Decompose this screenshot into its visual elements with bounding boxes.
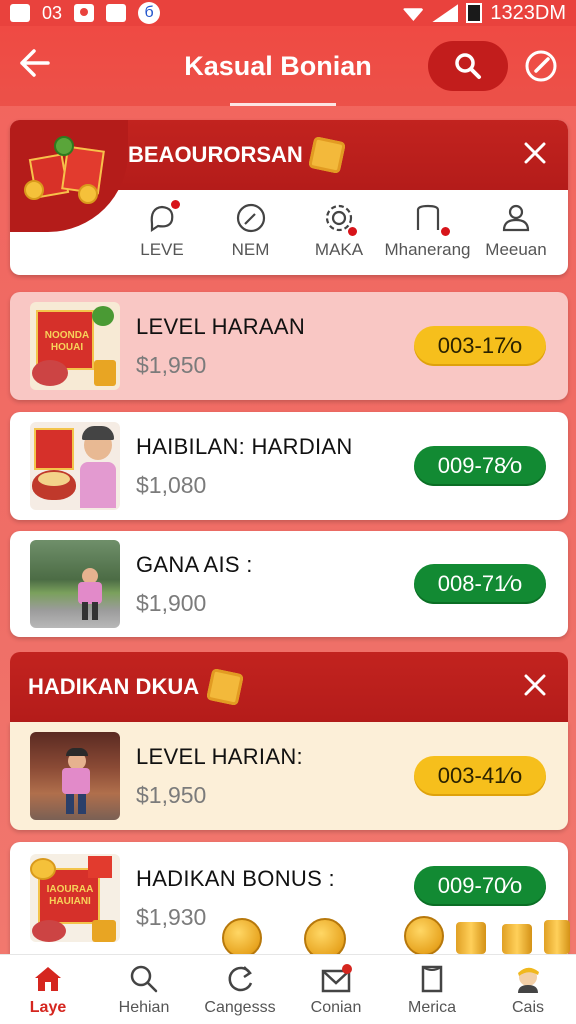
avatar-icon	[512, 963, 544, 995]
arrow-left-icon	[20, 49, 50, 77]
bookmark-icon	[412, 202, 450, 236]
app-bar: Kasual Bonian	[0, 26, 576, 106]
bottom-nav: Laye Hehian Cangesss Conian Merica Cais	[0, 954, 576, 1024]
product-thumbnail: NOONDA HOUAI	[30, 302, 120, 390]
category-nem[interactable]: NEM	[207, 202, 295, 260]
app-notification-icon	[74, 4, 95, 22]
gift-badge-icon	[206, 668, 245, 706]
category-leve[interactable]: LEVE	[118, 200, 206, 260]
nav-item-merica[interactable]: Merica	[384, 955, 480, 1024]
nav-item-messages[interactable]: Conian	[288, 955, 384, 1024]
section-promo-1: BEAOURORSAN LEVE NEM MAKA Mhanerang Meeu…	[10, 120, 568, 275]
product-thumbnail	[30, 422, 120, 510]
search-icon	[128, 963, 160, 995]
close-button[interactable]	[524, 138, 546, 172]
notification-icon	[10, 4, 30, 22]
coin-stack-icon	[502, 924, 532, 954]
card-amount: $1,950	[136, 351, 207, 378]
coin-stack-icon	[456, 922, 486, 954]
edit-button[interactable]	[524, 49, 558, 83]
product-thumbnail	[30, 732, 120, 820]
gift-badge-icon	[307, 136, 346, 174]
search-button[interactable]	[428, 41, 508, 91]
bonus-card[interactable]: LEVEL HARIAN: $1,950 003-41⁄o	[10, 722, 568, 830]
progress-pill[interactable]: 008-71⁄o	[414, 564, 546, 604]
card-title: HAIBILAN: HARDIAN	[136, 433, 353, 459]
bonus-card[interactable]: NOONDA HOUAI LEVEL HARAAN $1,950 003-17⁄…	[10, 292, 568, 400]
status-glyph: б	[138, 2, 161, 24]
back-button[interactable]	[18, 48, 58, 84]
wifi-icon	[402, 8, 425, 21]
section-title: HADIKAN DKUA	[28, 674, 200, 699]
nav-item-profile[interactable]: Cais	[480, 955, 576, 1024]
card-title: LEVEL HARAAN	[136, 313, 306, 339]
gear-icon	[323, 202, 357, 236]
category-maka[interactable]: MAKA	[295, 202, 383, 260]
category-row: LEVE NEM MAKA Mhanerang Meeuan	[118, 200, 568, 260]
product-thumbnail: IAOURAA HAUIANI	[30, 854, 120, 942]
card-amount: $1,950	[136, 781, 207, 808]
section-title: BEAOURORSAN	[128, 142, 303, 167]
status-clock: 1323DM	[490, 1, 566, 24]
card-amount: $1,930	[136, 903, 207, 930]
card-title: GANA AIS :	[136, 551, 253, 577]
bonus-card[interactable]: GANA AIS : $1,900 008-71⁄o	[10, 531, 568, 637]
chat-bubble-icon	[146, 200, 180, 234]
coin-icon	[222, 918, 262, 958]
close-icon	[524, 142, 546, 164]
product-thumbnail	[30, 540, 120, 628]
refresh-icon	[224, 963, 256, 995]
home-icon	[32, 963, 64, 995]
card-title: HADIKAN BONUS :	[136, 865, 335, 891]
category-meeuan[interactable]: Meeuan	[472, 202, 560, 260]
status-text: 03	[42, 2, 63, 23]
tab-indicator	[230, 103, 336, 106]
progress-pill[interactable]: 003-17⁄o	[414, 326, 546, 366]
card-title: LEVEL HARIAN:	[136, 743, 303, 769]
person-icon	[500, 202, 532, 234]
card-amount: $1,080	[136, 471, 207, 498]
close-button[interactable]	[524, 670, 546, 704]
prize-box-icon	[24, 136, 106, 212]
nav-item-changes[interactable]: Cangesss	[192, 955, 288, 1024]
progress-pill[interactable]: 009-78⁄o	[414, 446, 546, 486]
category-mhanerang[interactable]: Mhanerang	[384, 202, 472, 260]
progress-pill[interactable]: 003-41⁄o	[414, 756, 546, 796]
edit-icon	[525, 50, 557, 82]
compass-icon	[235, 202, 267, 234]
status-bar: 03 б 1323DM	[0, 0, 576, 26]
close-notification-icon	[106, 4, 127, 22]
signal-icon	[432, 4, 459, 22]
page-title: Kasual Bonian	[184, 50, 372, 81]
battery-icon	[466, 3, 483, 23]
close-icon	[524, 674, 546, 696]
book-icon	[416, 963, 448, 995]
coin-stack-icon	[544, 920, 570, 954]
section-promo-2-header: HADIKAN DKUA	[10, 652, 568, 722]
nav-item-home[interactable]: Laye	[0, 955, 96, 1024]
bonus-card[interactable]: HAIBILAN: HARDIAN $1,080 009-78⁄o	[10, 412, 568, 520]
progress-pill[interactable]: 009-70⁄o	[414, 866, 546, 906]
mail-icon	[320, 963, 352, 995]
search-icon	[455, 53, 481, 79]
coin-icon	[404, 916, 444, 956]
nav-item-search[interactable]: Hehian	[96, 955, 192, 1024]
card-amount: $1,900	[136, 589, 207, 616]
